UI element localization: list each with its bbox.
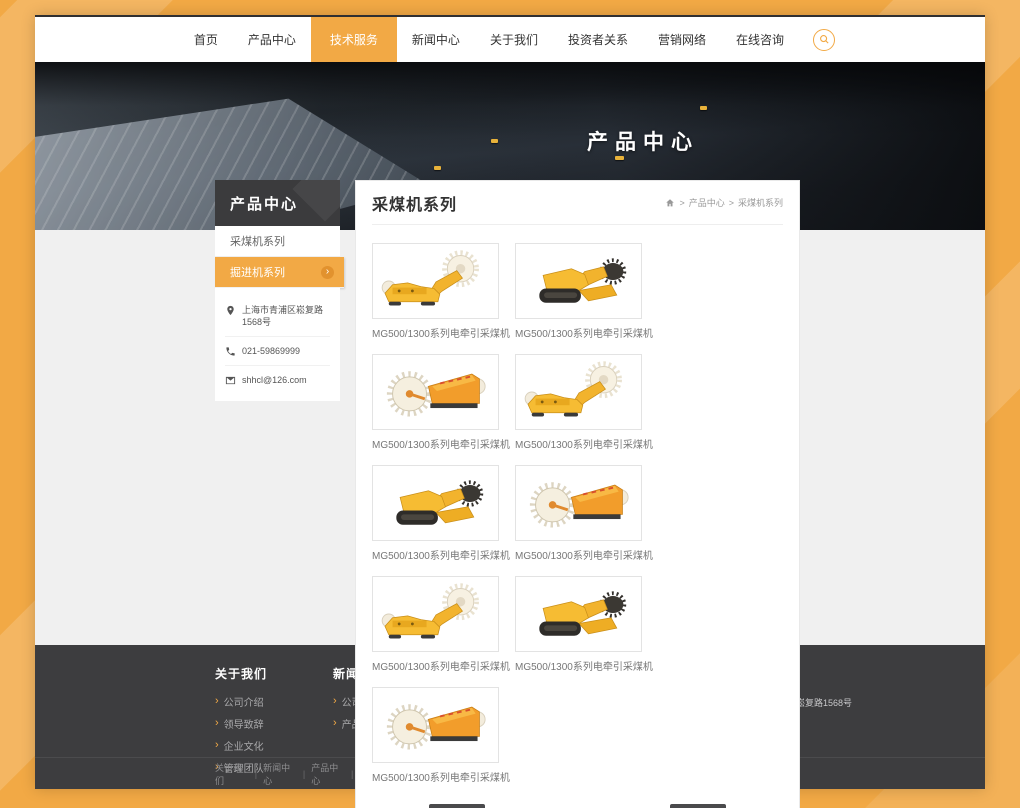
sidebar-item-shearer-series[interactable]: 采煤机系列 <box>215 226 340 257</box>
product-image <box>372 354 499 430</box>
product-card[interactable]: MG500/1300系列电牵引采煤机 <box>372 465 499 562</box>
breadcrumb: > 产品中心 > 采煤机系列 <box>665 196 783 209</box>
prev-page-button[interactable]: 上一页 <box>429 804 485 808</box>
shearer-machine-graphic <box>520 358 638 426</box>
truck-graphic <box>491 139 498 143</box>
product-title: MG500/1300系列电牵引采煤机 <box>515 541 642 562</box>
gear-disc-machine-graphic <box>377 691 495 759</box>
product-title: MG500/1300系列电牵引采煤机 <box>515 430 642 451</box>
product-title: MG500/1300系列电牵引采煤机 <box>515 319 642 340</box>
truck-graphic <box>434 166 441 170</box>
product-card[interactable]: MG500/1300系列电牵引采煤机 <box>515 465 642 562</box>
address-text: 上海市青浦区崧复路1568号 <box>242 304 330 328</box>
product-card[interactable]: MG500/1300系列电牵引采煤机 <box>372 243 499 340</box>
sidebar-item-roadheader-series[interactable]: 掘进机系列 › <box>215 257 344 288</box>
product-image <box>372 243 499 319</box>
site-header: 首页 产品中心 技术服务 新闻中心 关于我们 投资者关系 营销网络 在线咨询 <box>35 17 985 62</box>
product-card[interactable]: MG500/1300系列电牵引采煤机 <box>372 687 499 784</box>
breadcrumb-products[interactable]: 产品中心 <box>689 196 725 209</box>
phone-text: 021-59869999 <box>242 345 300 357</box>
page-frame: 首页 产品中心 技术服务 新闻中心 关于我们 投资者关系 营销网络 在线咨询 产… <box>35 15 985 789</box>
product-title: MG500/1300系列电牵引采煤机 <box>372 430 499 451</box>
roadheader-machine-graphic <box>520 247 638 315</box>
contact-phone: 021-59869999 <box>225 337 330 366</box>
nav-item-products[interactable]: 产品中心 <box>233 17 311 62</box>
product-card[interactable]: MG500/1300系列电牵引采煤机 <box>515 354 642 451</box>
breadcrumb-current: 采煤机系列 <box>738 196 783 209</box>
nav-item-tech-service[interactable]: 技术服务 <box>311 17 397 62</box>
mail-icon <box>225 375 236 386</box>
product-grid: MG500/1300系列电牵引采煤机 MG500/1300系列电牵引采煤机 MG… <box>372 225 783 784</box>
gear-disc-machine-graphic <box>520 469 638 537</box>
home-icon[interactable] <box>665 198 675 208</box>
product-card[interactable]: MG500/1300系列电牵引采煤机 <box>515 576 642 673</box>
content-area: 产品中心 采煤机系列 掘进机系列 › 上海市青浦区崧复路1568号 <box>35 230 985 645</box>
nav-item-news[interactable]: 新闻中心 <box>397 17 475 62</box>
hero-title: 产品中心 <box>587 126 699 156</box>
nav-item-investor-relations[interactable]: 投资者关系 <box>553 17 643 62</box>
roadheader-machine-graphic <box>377 469 495 537</box>
panel-head: 采煤机系列 > 产品中心 > 采煤机系列 <box>372 181 783 225</box>
breadcrumb-sep: > <box>729 198 734 208</box>
product-image <box>515 243 642 319</box>
nav-item-online-consult[interactable]: 在线咨询 <box>721 17 799 62</box>
truck-graphic <box>700 106 707 110</box>
product-card[interactable]: MG500/1300系列电牵引采煤机 <box>372 354 499 451</box>
page-title: 采煤机系列 <box>372 191 457 215</box>
product-title: MG500/1300系列电牵引采煤机 <box>372 652 499 673</box>
next-page-button[interactable]: 下一页 <box>670 804 726 808</box>
nav-item-about[interactable]: 关于我们 <box>475 17 553 62</box>
phone-icon <box>225 346 236 357</box>
product-title: MG500/1300系列电牵引采煤机 <box>372 541 499 562</box>
product-image <box>515 465 642 541</box>
product-image <box>515 354 642 430</box>
contact-address: 上海市青浦区崧复路1568号 <box>225 296 330 337</box>
product-card[interactable]: MG500/1300系列电牵引采煤机 <box>372 576 499 673</box>
contact-email: shhcl@126.com <box>225 366 330 394</box>
product-image <box>372 576 499 652</box>
product-title: MG500/1300系列电牵引采煤机 <box>372 319 499 340</box>
search-icon <box>819 34 830 45</box>
breadcrumb-sep: > <box>679 198 684 208</box>
product-image <box>515 576 642 652</box>
product-title: MG500/1300系列电牵引采煤机 <box>515 652 642 673</box>
email-text: shhcl@126.com <box>242 374 307 386</box>
sidebar-item-label: 掘进机系列 <box>230 264 285 280</box>
product-image <box>372 687 499 763</box>
nav-item-home[interactable]: 首页 <box>179 17 233 62</box>
shearer-machine-graphic <box>377 247 495 315</box>
truck-graphic <box>615 156 624 160</box>
nav-item-marketing-network[interactable]: 营销网络 <box>643 17 721 62</box>
pagination: 上一页 1 2 3 4 5 6 7 8 9 10 下一页 <box>372 804 783 808</box>
sidebar-title: 产品中心 <box>215 180 340 226</box>
main-panel: 采煤机系列 > 产品中心 > 采煤机系列 MG500/1300系列电牵引采煤机 <box>355 180 800 808</box>
gear-disc-machine-graphic <box>377 358 495 426</box>
sidebar-menu: 采煤机系列 掘进机系列 › <box>215 226 340 288</box>
shearer-machine-graphic <box>377 580 495 648</box>
product-image <box>372 465 499 541</box>
main-nav: 首页 产品中心 技术服务 新闻中心 关于我们 投资者关系 营销网络 在线咨询 <box>179 17 799 62</box>
location-pin-icon <box>225 305 236 316</box>
search-button[interactable] <box>813 29 835 51</box>
product-card[interactable]: MG500/1300系列电牵引采煤机 <box>515 243 642 340</box>
roadheader-machine-graphic <box>520 580 638 648</box>
sidebar-item-label: 采煤机系列 <box>230 233 285 249</box>
sidebar: 产品中心 采煤机系列 掘进机系列 › 上海市青浦区崧复路1568号 <box>215 180 340 808</box>
chevron-right-icon: › <box>321 266 334 279</box>
sidebar-contact: 上海市青浦区崧复路1568号 021-59869999 shhcl@126.co… <box>215 288 340 401</box>
product-title: MG500/1300系列电牵引采煤机 <box>372 763 499 784</box>
